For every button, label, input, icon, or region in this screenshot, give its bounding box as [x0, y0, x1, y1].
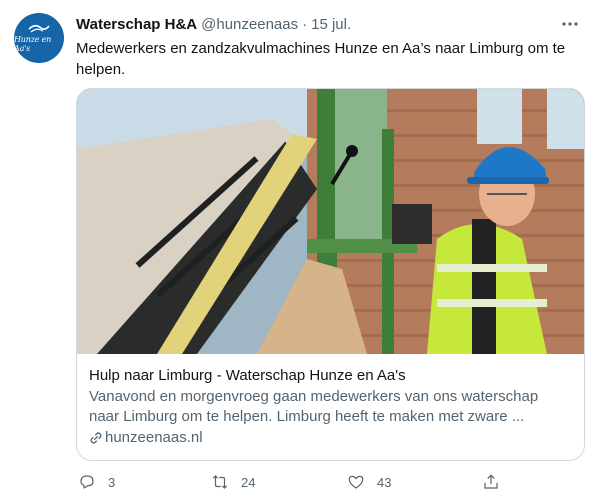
share-button[interactable]	[482, 470, 500, 494]
more-horizontal-icon	[562, 22, 578, 26]
tweet-header: Waterschap H&A @hunzeenaas · 15 jul.	[76, 14, 580, 34]
card-domain[interactable]: hunzeenaas.nl	[89, 428, 572, 448]
display-name[interactable]: Waterschap H&A	[76, 16, 197, 33]
separator-dot: ·	[302, 15, 308, 33]
heart-icon	[348, 475, 364, 489]
retweet-count: 24	[241, 474, 256, 490]
share-icon	[484, 474, 498, 489]
reply-count: 3	[108, 474, 116, 490]
retweet-icon	[212, 475, 228, 489]
tweet-text: Medewerkers en zandzakvulmachines Hunze …	[76, 40, 566, 78]
card-title[interactable]: Hulp naar Limburg - Waterschap Hunze en …	[89, 366, 572, 385]
avatar[interactable]: Hunze en Aa's	[14, 13, 64, 63]
reply-button[interactable]: 3	[78, 470, 115, 494]
card-photo	[77, 89, 584, 354]
retweet-button[interactable]: 24	[211, 470, 255, 494]
link-icon	[90, 432, 102, 444]
like-count: 43	[377, 474, 392, 490]
reply-icon	[80, 475, 94, 489]
link-card[interactable]: Hulp naar Limburg - Waterschap Hunze en …	[76, 88, 585, 461]
card-image[interactable]	[77, 89, 584, 354]
tweet-date[interactable]: 15 jul.	[311, 16, 351, 33]
more-options-button[interactable]	[560, 14, 580, 34]
like-button[interactable]: 43	[347, 470, 391, 494]
waterschap-logo-icon	[28, 24, 50, 33]
user-handle[interactable]: @hunzeenaas	[201, 16, 298, 33]
avatar-logo-text: Hunze en Aa's	[14, 35, 52, 53]
card-description: Vanavond en morgenvroeg gaan medewerkers…	[89, 388, 539, 425]
card-domain-text: hunzeenaas.nl	[105, 429, 203, 446]
action-bar: 3 24 43	[76, 470, 556, 494]
